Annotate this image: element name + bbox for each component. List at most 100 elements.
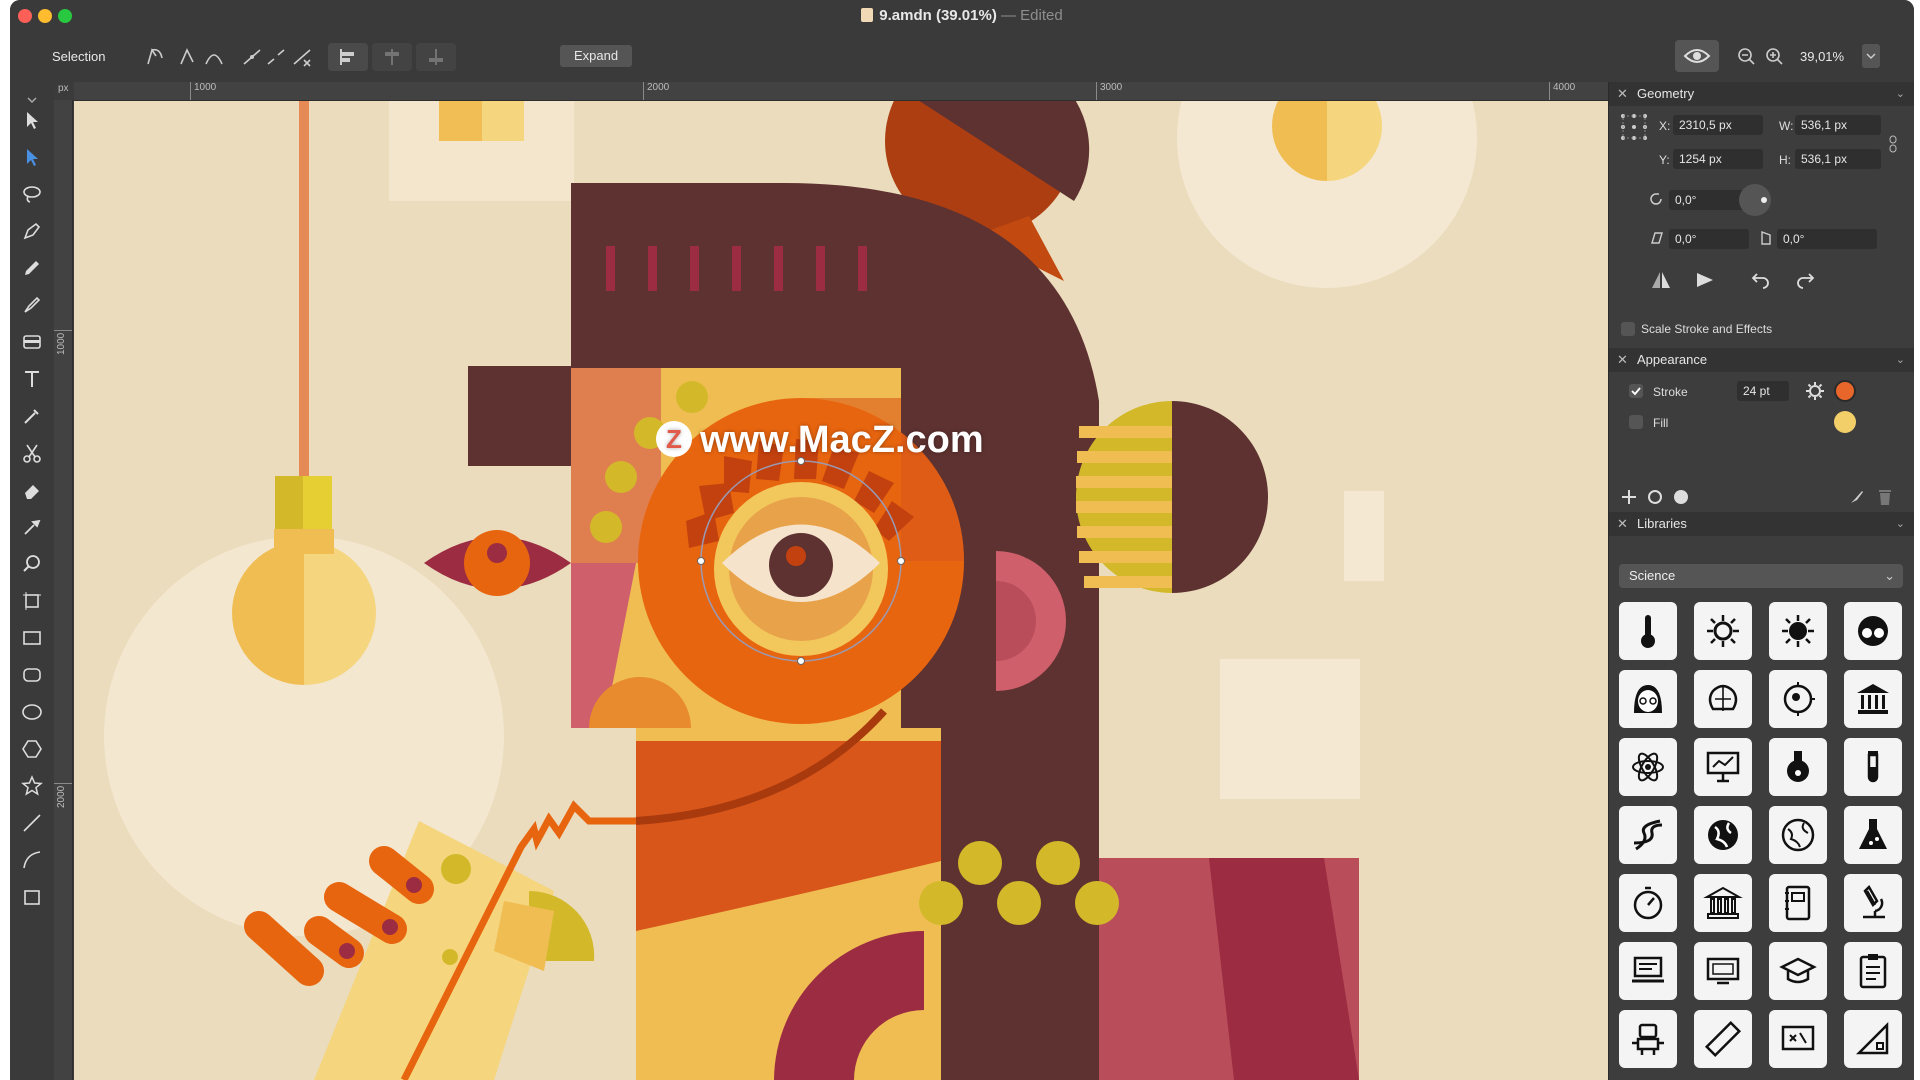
expand-button[interactable]: Expand [560,45,632,67]
brush-icon[interactable] [1847,487,1867,507]
library-item[interactable] [1619,738,1677,796]
library-item[interactable] [1844,602,1902,660]
fill-checkbox[interactable] [1629,415,1643,429]
align-center-button[interactable] [372,43,412,71]
pen-tool-icon[interactable] [20,219,44,243]
add-icon[interactable] [1619,487,1639,507]
library-item[interactable] [1844,1010,1902,1068]
flip-vertical-icon[interactable] [1693,268,1717,292]
arc-tool-icon[interactable] [20,848,44,872]
fill-color-swatch[interactable] [1834,411,1856,433]
node-select-icon[interactable] [140,42,170,72]
library-item[interactable] [1619,602,1677,660]
ellipse-tool-icon[interactable] [20,700,44,724]
smooth-node-icon[interactable] [200,42,230,72]
library-item[interactable] [1694,1010,1752,1068]
library-item[interactable] [1694,738,1752,796]
align-left-button[interactable] [328,43,368,71]
library-item[interactable] [1769,602,1827,660]
anchor-point-icon[interactable] [1619,112,1649,142]
delete-node-icon[interactable] [288,42,318,72]
rectangle-tool-icon[interactable] [20,626,44,650]
brush-tool-icon[interactable] [20,293,44,317]
eraser-tool-icon[interactable] [20,478,44,502]
rounded-rectangle-tool-icon[interactable] [20,663,44,687]
lasso-tool-icon[interactable] [20,182,44,206]
library-item[interactable] [1694,670,1752,728]
zoom-tool-icon[interactable] [20,552,44,576]
flip-horizontal-icon[interactable] [1649,268,1673,292]
library-item[interactable] [1619,874,1677,932]
artboard-tool-icon[interactable] [20,589,44,613]
library-item[interactable] [1619,670,1677,728]
rotation-field[interactable]: 0,0° [1669,190,1749,210]
library-item[interactable] [1844,942,1902,1000]
library-item[interactable] [1619,806,1677,864]
library-item[interactable] [1769,806,1827,864]
x-field[interactable]: 2310,5 px [1673,115,1763,135]
library-item[interactable] [1694,942,1752,1000]
stroke-width-field[interactable]: 24 pt [1737,381,1789,401]
w-field[interactable]: 536,1 px [1795,115,1881,135]
scissors-tool-icon[interactable] [20,441,44,465]
library-item[interactable] [1844,874,1902,932]
library-item[interactable] [1694,874,1752,932]
rotation-dial[interactable] [1739,184,1771,216]
library-item[interactable] [1769,738,1827,796]
crop-tool-icon[interactable] [20,885,44,909]
color-picker-tool-icon[interactable] [20,515,44,539]
chevron-down-icon[interactable]: ⌄ [1896,348,1905,372]
stroke-checkbox[interactable] [1629,384,1643,398]
align-right-button[interactable] [416,43,456,71]
text-tool-icon[interactable] [20,367,44,391]
gear-icon[interactable] [1805,381,1825,401]
library-item[interactable] [1694,806,1752,864]
libraries-section-header[interactable]: ✕ Libraries ⌄ [1609,512,1914,536]
library-item[interactable] [1769,874,1827,932]
add-fill-icon[interactable] [1671,487,1691,507]
rotate-right-icon[interactable] [1793,268,1817,292]
earth-icon [1781,818,1815,852]
library-item[interactable] [1844,738,1902,796]
shear-field[interactable]: 0,0° [1777,229,1877,249]
library-item[interactable] [1769,942,1827,1000]
library-item[interactable] [1844,670,1902,728]
close-section-icon[interactable]: ✕ [1617,348,1628,372]
library-select[interactable]: Science ⌄ [1619,564,1903,588]
zoom-dropdown[interactable] [1862,44,1880,68]
preview-toggle-button[interactable] [1675,40,1719,72]
lock-ratio-icon[interactable] [1887,134,1899,154]
eyedropper-tool-icon[interactable] [20,404,44,428]
line-tool-icon[interactable] [20,811,44,835]
h-field[interactable]: 536,1 px [1795,149,1881,169]
close-section-icon[interactable]: ✕ [1617,512,1628,536]
museum-icon [1857,684,1889,714]
chevron-down-icon[interactable]: ⌄ [1896,512,1905,536]
library-item[interactable] [1769,670,1827,728]
zoom-in-icon[interactable] [1760,42,1790,72]
selection-tool-icon[interactable] [20,108,44,132]
pencil-tool-icon[interactable] [20,256,44,280]
close-section-icon[interactable]: ✕ [1617,82,1628,106]
scale-stroke-checkbox[interactable] [1621,322,1635,336]
skew-field[interactable]: 0,0° [1669,229,1749,249]
artboard-canvas[interactable]: Zwww.MacZ.com [74,101,1608,1080]
add-stroke-icon[interactable] [1645,487,1665,507]
node-tool-icon[interactable] [20,145,44,169]
library-item[interactable] [1694,602,1752,660]
library-item[interactable] [1619,942,1677,1000]
polygon-tool-icon[interactable] [20,737,44,761]
stroke-color-swatch[interactable] [1834,380,1856,402]
rotate-left-icon[interactable] [1749,268,1773,292]
trash-icon[interactable] [1875,487,1895,507]
zoom-out-icon[interactable] [1732,42,1762,72]
fill-tool-icon[interactable] [20,330,44,354]
chevron-down-icon[interactable]: ⌄ [1896,82,1905,106]
appearance-section-header[interactable]: ✕ Appearance ⌄ [1609,348,1914,372]
star-tool-icon[interactable] [20,774,44,798]
geometry-section-header[interactable]: ✕ Geometry ⌄ [1609,82,1914,106]
library-item[interactable] [1619,1010,1677,1068]
library-item[interactable] [1844,806,1902,864]
library-item[interactable] [1769,1010,1827,1068]
y-field[interactable]: 1254 px [1673,149,1763,169]
